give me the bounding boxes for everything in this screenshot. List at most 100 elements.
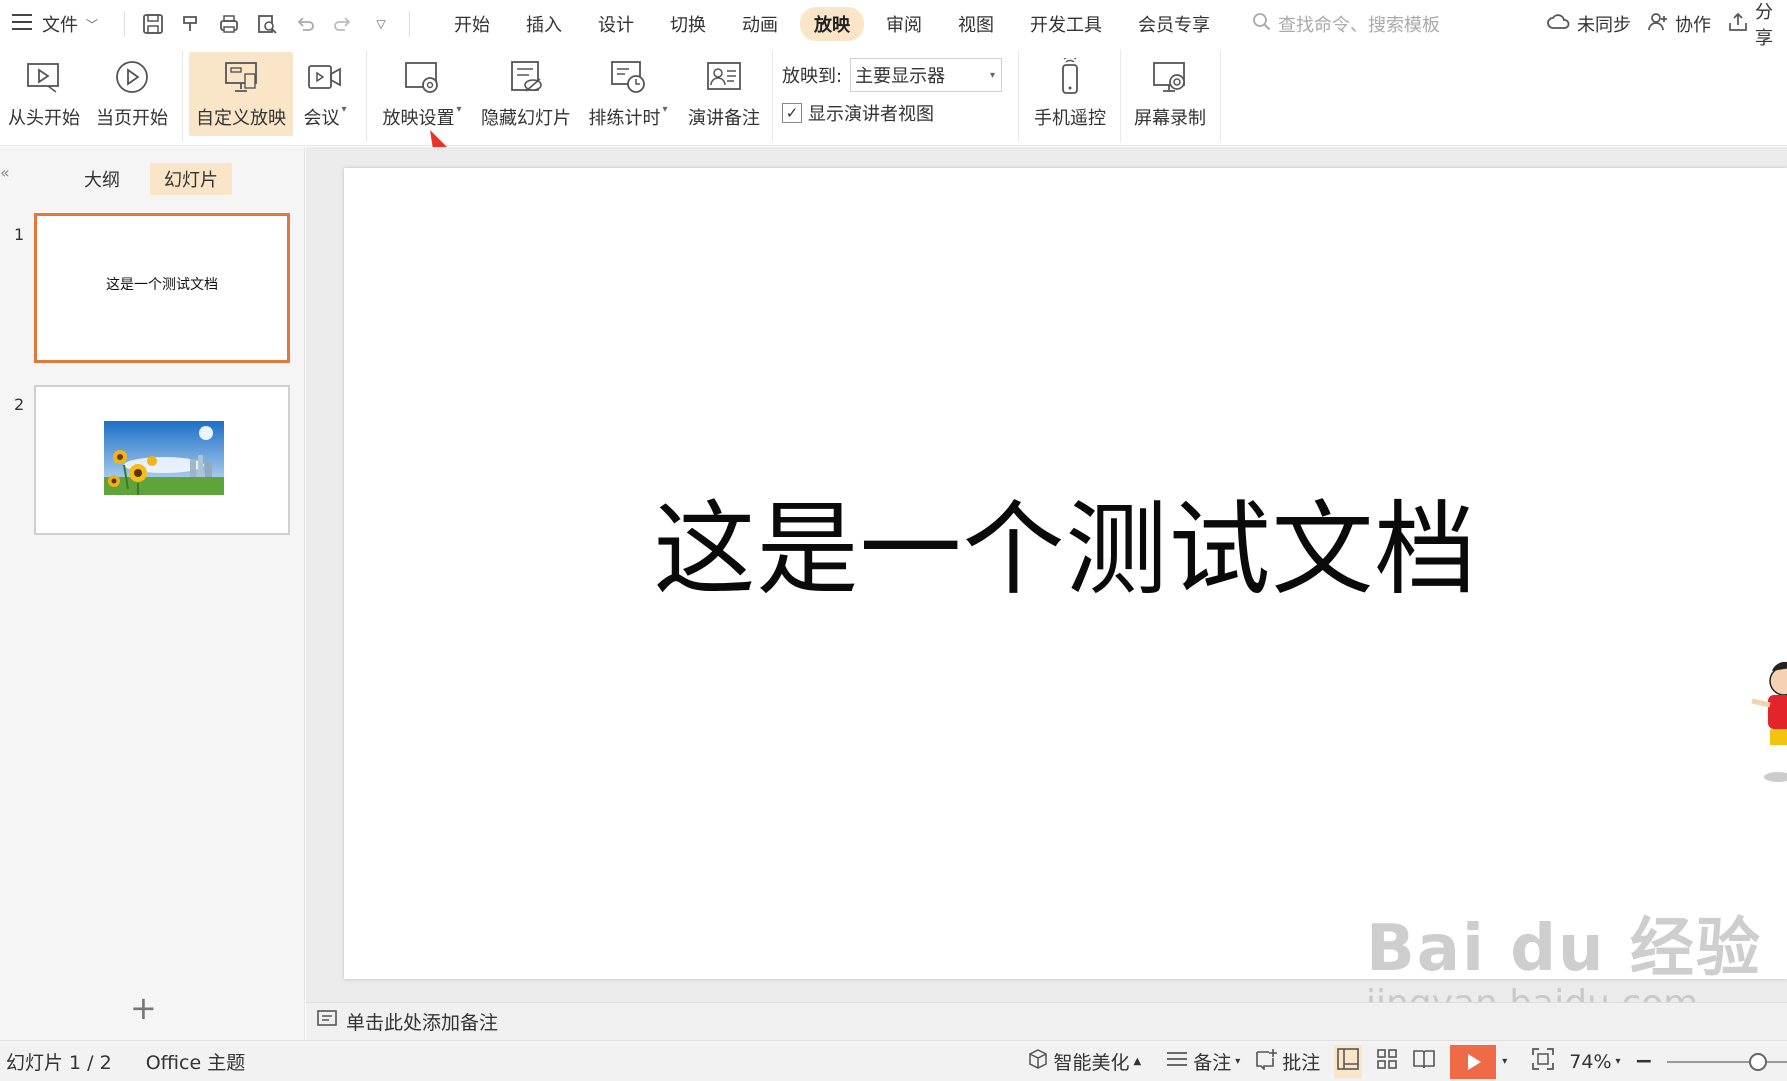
meeting-button[interactable]: 会议 ▾ (298, 52, 352, 136)
tab-slides[interactable]: 幻灯片 (150, 163, 232, 195)
zoom-slider-handle[interactable] (1749, 1052, 1767, 1071)
speaker-notes-button[interactable]: 演讲备注 (684, 52, 764, 136)
notes-icon (316, 1009, 338, 1034)
slide-count: 幻灯片 1 / 2 (6, 1051, 112, 1074)
zoom-value: 74% (1569, 1050, 1612, 1073)
collab-user-icon (1647, 11, 1669, 38)
tab-slideshow[interactable]: 放映 (800, 7, 865, 41)
slide-thumbnail-2[interactable] (34, 385, 290, 535)
fit-screen-icon (1531, 1047, 1555, 1076)
tab-member[interactable]: 会员专享 (1124, 7, 1224, 41)
command-search[interactable]: 查找命令、搜索模板 (1252, 11, 1440, 37)
redo-icon[interactable] (327, 8, 359, 40)
share-icon (1727, 11, 1749, 38)
reading-view-button[interactable] (1412, 1048, 1436, 1075)
screen-record-icon (1151, 52, 1189, 102)
collab-label: 协作 (1675, 15, 1711, 36)
menu-bar: 文件 ﹀ ▽ 开始 插入 设计 切换 动画 放映 审阅 视图 开发工具 会员专享… (0, 0, 1787, 50)
share-label: 分享 (1755, 2, 1773, 49)
presenter-view-label: 显示演讲者视图 (808, 104, 934, 125)
video-meeting-icon (307, 52, 343, 102)
slide-number: 1 (14, 225, 25, 244)
watermark-brand: Bai du 经验 (1366, 912, 1762, 986)
ribbon-tabs: 开始 插入 设计 切换 动画 放映 审阅 视图 开发工具 会员专享 (436, 7, 1228, 41)
from-start-button[interactable]: 从头开始 (6, 52, 82, 136)
rehearse-timing-button[interactable]: 排练计时 ▾ (584, 52, 672, 136)
tab-transitions[interactable]: 切换 (656, 7, 720, 41)
format-painter-icon[interactable] (175, 8, 207, 40)
fit-window-button[interactable] (1531, 1047, 1555, 1076)
play-slideshow-button[interactable]: ▾ (1450, 1044, 1508, 1079)
notes-toggle-button[interactable]: 备注 ▾ (1165, 1048, 1240, 1075)
add-slide-icon[interactable]: + (130, 992, 157, 1024)
hamburger-icon (12, 13, 34, 36)
ribbon-toolbar: 从头开始 当页开始 自定义放映 会议 ▾ 放映设置 ▾ 隐藏幻灯片 排练计时 ▾ 演讲… (0, 48, 1787, 146)
checkbox-icon[interactable]: ✓ (782, 103, 802, 123)
play-to-label: 放映到: (782, 66, 843, 87)
tab-view[interactable]: 视图 (944, 7, 1008, 41)
book-icon (1412, 1048, 1436, 1075)
custom-show-button[interactable]: 自定义放映 (189, 52, 293, 136)
slide-thumbnail-1[interactable]: 这是一个测试文档 (34, 213, 290, 363)
play-from-start-icon (26, 52, 62, 102)
tab-insert[interactable]: 插入 (512, 7, 576, 41)
undo-icon[interactable] (289, 8, 321, 40)
thumbnail-text: 这是一个测试文档 (106, 277, 218, 293)
normal-view-icon (1336, 1047, 1360, 1076)
collapse-panel-icon[interactable]: « (0, 163, 10, 182)
slide-canvas[interactable]: 这是一个测试文档 (344, 168, 1787, 979)
sync-status[interactable]: 未同步 (1547, 11, 1631, 37)
display-select[interactable]: 主要显示器 ▾ (850, 58, 1003, 92)
phone-remote-label: 手机遥控 (1034, 108, 1106, 129)
share-button[interactable]: 分享 (1727, 0, 1787, 50)
zoom-slider[interactable] (1667, 1052, 1787, 1071)
speaker-notes-icon (705, 52, 743, 102)
slide-title-text[interactable]: 这是一个测试文档 (344, 468, 1787, 615)
tab-outline[interactable]: 大纲 (70, 163, 134, 195)
divider (1120, 50, 1121, 142)
chevron-down-icon: ▾ (1615, 1056, 1621, 1067)
tab-animations[interactable]: 动画 (728, 7, 792, 41)
divider (1220, 50, 1221, 142)
notes-pane[interactable]: 单击此处添加备注 (306, 1002, 1787, 1040)
tab-design[interactable]: 设计 (584, 7, 648, 41)
chevron-down-icon: ▾ (1235, 1056, 1241, 1067)
comments-button[interactable]: 批注 (1254, 1048, 1320, 1075)
custom-show-label: 自定义放映 (196, 108, 286, 129)
print-icon[interactable] (213, 8, 245, 40)
custom-show-icon (223, 52, 259, 102)
screen-record-button[interactable]: 屏幕录制 (1128, 52, 1212, 136)
zoom-select[interactable]: 74% ▾ (1569, 1051, 1620, 1073)
print-preview-icon[interactable] (251, 8, 283, 40)
customize-toolbar-icon[interactable]: ▽ (365, 8, 397, 40)
tab-developer[interactable]: 开发工具 (1016, 7, 1116, 41)
rehearse-timing-label: 排练计时 ▾ (588, 104, 668, 129)
tab-home[interactable]: 开始 (440, 7, 504, 41)
chevron-down-icon: ▾ (1502, 1056, 1508, 1067)
save-icon[interactable] (137, 8, 169, 40)
cloud-icon (1547, 12, 1571, 37)
rehearse-timer-icon (609, 52, 647, 102)
zoom-out-button[interactable]: − (1635, 1049, 1653, 1074)
normal-view-button[interactable] (1334, 1045, 1363, 1078)
presenter-view-checkbox[interactable]: ✓ 显示演讲者视图 (782, 100, 934, 126)
screen-record-label: 屏幕录制 (1134, 108, 1206, 129)
divider (772, 50, 773, 142)
quick-access-toolbar: ▽ (118, 8, 416, 40)
slides-panel: « 大纲 幻灯片 1 这是一个测试文档 2 + (0, 147, 305, 1040)
collab-button[interactable]: 协作 (1647, 11, 1711, 38)
menubar-right: 未同步 协作 分享 (1547, 0, 1787, 50)
divider (1018, 50, 1019, 142)
speaker-notes-label: 演讲备注 (688, 108, 760, 129)
phone-remote-button[interactable]: 手机遥控 (1028, 52, 1112, 136)
slide-sorter-button[interactable] (1376, 1048, 1398, 1075)
theme-name: Office 主题 (145, 1051, 246, 1074)
chevron-down-icon: ﹀ (86, 17, 99, 32)
divider (124, 11, 126, 37)
comments-label: 批注 (1282, 1052, 1321, 1074)
file-menu[interactable]: 文件 ﹀ (0, 0, 98, 48)
slide-editor: 这是一个测试文档 Bai du 经验 jingyan.baidu.com (306, 147, 1787, 1024)
smart-beautify-button[interactable]: 智能美化 ▲ (1027, 1048, 1141, 1075)
tab-review[interactable]: 审阅 (872, 7, 936, 41)
from-current-button[interactable]: 当页开始 (92, 52, 172, 136)
